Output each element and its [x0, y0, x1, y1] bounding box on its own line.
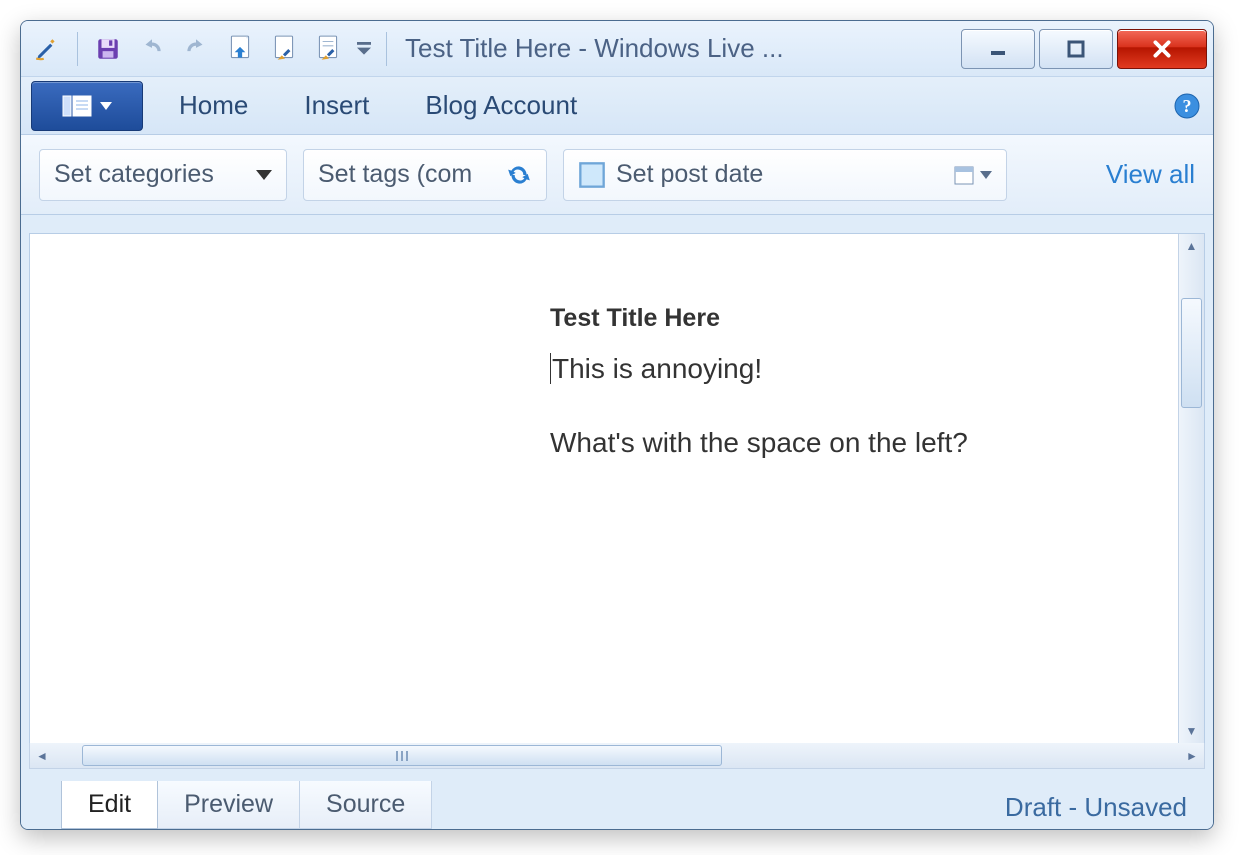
scroll-left-arrow[interactable]: ◄: [30, 749, 54, 763]
file-menu-button[interactable]: [31, 81, 143, 131]
vscroll-track[interactable]: [1179, 258, 1204, 719]
scroll-right-arrow[interactable]: ►: [1180, 749, 1204, 763]
app-window: Test Title Here - Windows Live ... Home …: [20, 20, 1214, 830]
editor-canvas[interactable]: Test Title Here This is annoying! What's…: [30, 234, 1178, 743]
view-tab-preview[interactable]: Preview: [157, 781, 300, 829]
scroll-down-arrow[interactable]: ▼: [1186, 719, 1198, 743]
chevron-down-icon: [256, 170, 272, 180]
date-box-icon: [578, 161, 606, 189]
vertical-scrollbar[interactable]: ▲ ▼: [1178, 234, 1204, 743]
hscroll-thumb[interactable]: [82, 745, 722, 766]
file-menu-icon: [62, 95, 92, 117]
maximize-button[interactable]: [1039, 29, 1113, 69]
view-tab-source[interactable]: Source: [299, 781, 432, 829]
tab-insert[interactable]: Insert: [276, 77, 397, 134]
bottom-row: Edit Preview Source Draft - Unsaved: [29, 769, 1205, 829]
post-title[interactable]: Test Title Here: [550, 304, 1178, 333]
refresh-icon[interactable]: [506, 162, 532, 188]
editor-wrap: Test Title Here This is annoying! What's…: [21, 215, 1213, 829]
edit-doc-icon[interactable]: [308, 29, 348, 69]
view-tab-edit[interactable]: Edit: [61, 781, 158, 829]
post-body-line[interactable]: This is annoying!: [550, 353, 1178, 385]
redo-icon[interactable]: [176, 29, 216, 69]
status-text: Draft - Unsaved: [1005, 792, 1187, 829]
help-button[interactable]: ?: [1173, 92, 1201, 120]
new-doc-icon[interactable]: [264, 29, 304, 69]
separator: [386, 32, 387, 66]
vscroll-thumb[interactable]: [1181, 298, 1202, 408]
document-content: Test Title Here This is annoying! What's…: [30, 234, 1178, 541]
calendar-icon: [952, 163, 976, 187]
editor-viewport: Test Title Here This is annoying! What's…: [29, 233, 1205, 744]
chevron-down-icon: [980, 171, 992, 179]
svg-text:?: ?: [1183, 96, 1192, 116]
date-placeholder: Set post date: [616, 160, 763, 189]
window-title: Test Title Here - Windows Live ...: [405, 33, 953, 64]
scroll-up-arrow[interactable]: ▲: [1186, 234, 1198, 258]
post-date-input[interactable]: Set post date: [563, 149, 1007, 201]
qat-customize-dropdown[interactable]: [352, 29, 376, 69]
pen-icon[interactable]: [27, 29, 67, 69]
categories-label: Set categories: [54, 160, 214, 189]
tab-blog-account[interactable]: Blog Account: [397, 77, 605, 134]
ribbon-tabs: Home Insert Blog Account ?: [21, 77, 1213, 135]
save-icon[interactable]: [88, 29, 128, 69]
tab-home[interactable]: Home: [151, 77, 276, 134]
chevron-down-icon: [100, 102, 112, 110]
separator: [77, 32, 78, 66]
categories-dropdown[interactable]: Set categories: [39, 149, 287, 201]
close-button[interactable]: [1117, 29, 1207, 69]
undo-icon[interactable]: [132, 29, 172, 69]
hscroll-track[interactable]: [54, 743, 1180, 768]
view-all-link[interactable]: View all: [1106, 159, 1195, 190]
tags-placeholder: Set tags (com: [318, 160, 472, 189]
minimize-button[interactable]: [961, 29, 1035, 69]
titlebar: Test Title Here - Windows Live ...: [21, 21, 1213, 77]
window-controls: [957, 29, 1207, 69]
quick-access-toolbar: [27, 29, 376, 69]
scroll-grip-icon: [396, 751, 408, 761]
calendar-dropdown-button[interactable]: [952, 163, 992, 187]
post-body-line[interactable]: What's with the space on the left?: [550, 427, 1178, 459]
horizontal-scrollbar[interactable]: ◄ ►: [29, 743, 1205, 769]
tags-input[interactable]: Set tags (com: [303, 149, 547, 201]
post-options-toolbar: Set categories Set tags (com Set post da…: [21, 135, 1213, 215]
publish-doc-icon[interactable]: [220, 29, 260, 69]
